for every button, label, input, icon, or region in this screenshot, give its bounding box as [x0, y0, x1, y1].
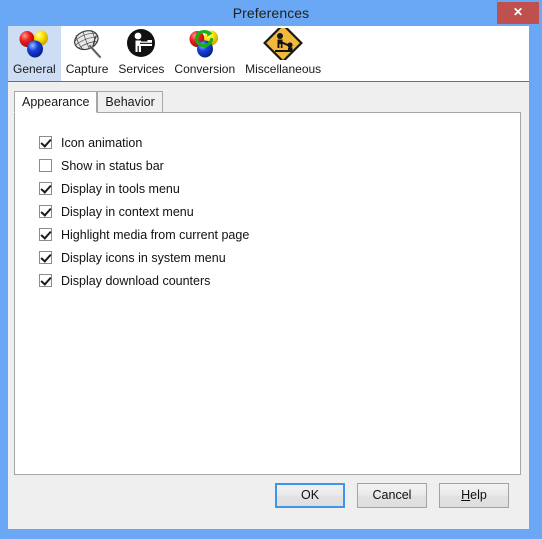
option-label: Icon animation — [61, 135, 143, 150]
dialog-client-area: General Capture Services Conversion Misc… — [8, 26, 529, 529]
title-bar: Preferences ✕ — [0, 0, 542, 26]
help-mnemonic: H — [461, 488, 471, 502]
toolbar-item-miscellaneous[interactable]: Miscellaneous — [240, 26, 326, 81]
option-display-in-context-menu[interactable]: Display in context menu — [39, 200, 249, 223]
checkbox-highlight-media[interactable] — [39, 228, 52, 241]
option-label: Display in context menu — [61, 204, 194, 219]
option-show-in-status-bar[interactable]: Show in status bar — [39, 154, 249, 177]
option-label: Display in tools menu — [61, 181, 180, 196]
preferences-dialog: Preferences ✕ General Capture Services C… — [0, 0, 542, 539]
worker-circle-icon — [118, 28, 164, 60]
dialog-button-bar: OK Cancel Help — [8, 483, 529, 515]
toolbar-item-general[interactable]: General — [8, 26, 61, 81]
toolbar-item-services[interactable]: Services — [113, 26, 169, 81]
option-display-in-tools-menu[interactable]: Display in tools menu — [39, 177, 249, 200]
toolbar-item-label: Capture — [65, 62, 109, 76]
close-icon: ✕ — [512, 5, 524, 19]
toolbar-item-label: Services — [118, 62, 165, 76]
roadwork-sign-icon — [245, 28, 321, 60]
help-button[interactable]: Help — [439, 483, 509, 508]
checkbox-icon-animation[interactable] — [39, 136, 52, 149]
appearance-panel: Icon animation Show in status bar Displa… — [14, 112, 521, 475]
close-button[interactable]: ✕ — [497, 2, 539, 24]
option-label: Display icons in system menu — [61, 250, 226, 265]
option-display-download-counters[interactable]: Display download counters — [39, 269, 249, 292]
checkbox-display-icons-in-system-menu[interactable] — [39, 251, 52, 264]
option-display-icons-in-system-menu[interactable]: Display icons in system menu — [39, 246, 249, 269]
toolbar-item-label: Conversion — [174, 62, 236, 76]
checkbox-show-in-status-bar[interactable] — [39, 159, 52, 172]
options-list: Icon animation Show in status bar Displa… — [39, 131, 249, 292]
ok-button[interactable]: OK — [275, 483, 345, 508]
balloons-icon — [13, 28, 56, 60]
balloons-refresh-icon — [174, 28, 235, 60]
checkbox-display-download-counters[interactable] — [39, 274, 52, 287]
window-title: Preferences — [232, 5, 310, 21]
toolbar-item-label: General — [13, 62, 56, 76]
toolbar-item-capture[interactable]: Capture — [61, 26, 114, 81]
toolbar-item-label: Miscellaneous — [245, 62, 322, 76]
option-label: Display download counters — [61, 273, 211, 288]
option-label: Show in status bar — [61, 158, 164, 173]
checkbox-display-in-context-menu[interactable] — [39, 205, 52, 218]
tab-behavior[interactable]: Behavior — [97, 91, 163, 112]
tab-strip: Appearance Behavior — [14, 91, 163, 113]
help-rest: elp — [470, 488, 487, 502]
cancel-button[interactable]: Cancel — [357, 483, 427, 508]
checkbox-display-in-tools-menu[interactable] — [39, 182, 52, 195]
option-icon-animation[interactable]: Icon animation — [39, 131, 249, 154]
option-label: Highlight media from current page — [61, 227, 250, 242]
butterfly-net-icon — [66, 28, 109, 60]
category-toolbar: General Capture Services Conversion Misc… — [8, 26, 529, 82]
toolbar-item-conversion[interactable]: Conversion — [169, 26, 240, 81]
option-highlight-media[interactable]: Highlight media from current page — [39, 223, 249, 246]
tab-appearance[interactable]: Appearance — [14, 91, 98, 113]
